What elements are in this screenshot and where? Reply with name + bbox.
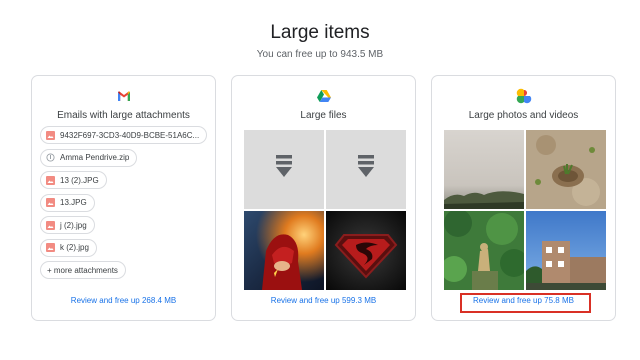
photo-thumbnail[interactable] [444, 211, 524, 290]
photo-thumbnail[interactable] [444, 130, 524, 209]
gmail-review-link[interactable]: Review and free up 268.4 MB [32, 296, 215, 305]
gmail-card-title: Emails with large attachments [57, 110, 190, 121]
download-file-icon [357, 155, 375, 184]
image-icon [46, 243, 55, 252]
drive-card-title: Large files [300, 110, 347, 121]
garden-statue-photo [444, 211, 524, 290]
image-icon [46, 175, 55, 185]
photos-card: Large photos and videos Review and free … [431, 75, 616, 321]
sky-landscape-photo [444, 130, 524, 209]
gmail-icon [116, 88, 132, 104]
attachment-name: 13 (2).JPG [60, 175, 99, 185]
google-drive-icon [316, 88, 332, 104]
attachment-name: k (2).jpg [60, 243, 89, 252]
photos-card-title: Large photos and videos [468, 110, 579, 121]
image-icon [46, 220, 55, 230]
file-thumbnail[interactable] [244, 130, 324, 209]
attachment-name: 9432F697-3CD3-40D9-BCBE-51A6C... [60, 130, 200, 140]
large-files-grid [244, 130, 406, 290]
gmail-card: Emails with large attachments 9432F697-3… [31, 75, 216, 321]
attachment-chip[interactable]: 13 (2).JPG [40, 171, 107, 189]
large-photos-grid [444, 130, 606, 290]
file-thumbnail[interactable] [244, 211, 324, 290]
file-thumbnail[interactable] [326, 130, 406, 209]
attachment-chip[interactable]: Amma Pendrive.zip [40, 148, 138, 167]
zip-icon [46, 153, 55, 162]
building-sky-photo [526, 211, 606, 290]
file-thumbnail[interactable] [326, 211, 406, 290]
attachment-chip[interactable]: 9432F697-3CD3-40D9-BCBE-51A6C... [40, 126, 208, 144]
attachment-chip[interactable]: 13.JPG [40, 193, 95, 212]
superman-logo-image [326, 211, 406, 290]
soil-plant-photo [526, 130, 606, 209]
highlight-box [460, 293, 591, 313]
drive-card: Large files Review and free up 599.3 MB [231, 75, 416, 321]
page-subtitle: You can free up to 943.5 MB [256, 49, 384, 60]
flash-poster-image [244, 211, 324, 290]
more-attachments-button[interactable]: + more attachments [40, 261, 126, 279]
attachment-name: Amma Pendrive.zip [60, 153, 130, 162]
drive-review-link[interactable]: Review and free up 599.3 MB [232, 296, 415, 305]
photo-thumbnail[interactable] [526, 130, 606, 209]
attachment-list: 9432F697-3CD3-40D9-BCBE-51A6C... Amma Pe… [40, 126, 208, 284]
page-title: Large items [270, 22, 370, 43]
attachment-name: j (2).jpg [60, 220, 87, 230]
photo-thumbnail[interactable] [526, 211, 606, 290]
google-photos-icon [516, 88, 532, 104]
attachment-name: 13.JPG [60, 198, 87, 207]
image-icon [46, 198, 55, 207]
attachment-chip[interactable]: j (2).jpg [40, 216, 95, 234]
attachment-chip[interactable]: k (2).jpg [40, 238, 97, 257]
image-icon [46, 130, 55, 140]
download-file-icon [275, 155, 293, 184]
